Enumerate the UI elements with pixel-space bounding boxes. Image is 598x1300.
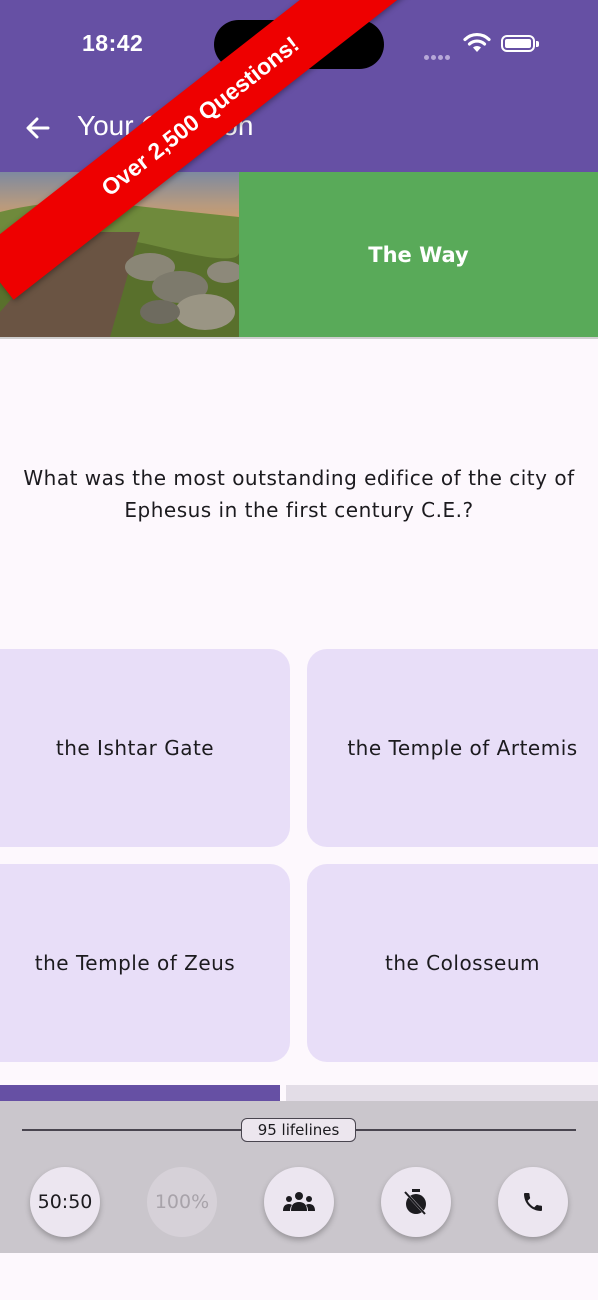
lifeline-count: 95 lifelines — [241, 1118, 356, 1142]
answer-button-4[interactable]: the Colosseum — [307, 864, 598, 1062]
answer-button-2[interactable]: the Temple of Artemis — [307, 649, 598, 847]
status-time: 18:42 — [82, 30, 144, 56]
battery-icon — [501, 35, 539, 52]
lifeline-bar: 95 lifelines 50:50 100% — [0, 1101, 598, 1253]
signal-icon — [424, 45, 452, 64]
category-label: The Way — [239, 172, 598, 337]
wifi-icon — [463, 32, 491, 52]
timer-off-button[interactable] — [381, 1167, 451, 1237]
progress-track — [286, 1085, 598, 1102]
phone-friend-button[interactable] — [498, 1167, 568, 1237]
hundred-percent-button[interactable]: 100% — [147, 1167, 217, 1237]
progress-fill — [0, 1085, 280, 1102]
question-text: What was the most outstanding edifice of… — [23, 466, 575, 522]
back-arrow-icon[interactable] — [24, 114, 52, 142]
fifty-fifty-button[interactable]: 50:50 — [30, 1167, 100, 1237]
timer-off-icon — [404, 1189, 427, 1216]
audience-icon — [283, 1192, 315, 1211]
divider — [0, 337, 598, 339]
ask-audience-button[interactable] — [264, 1167, 334, 1237]
answer-button-3[interactable]: the Temple of Zeus — [0, 864, 290, 1062]
answer-button-1[interactable]: the Ishtar Gate — [0, 649, 290, 847]
phone-icon — [524, 1193, 542, 1211]
